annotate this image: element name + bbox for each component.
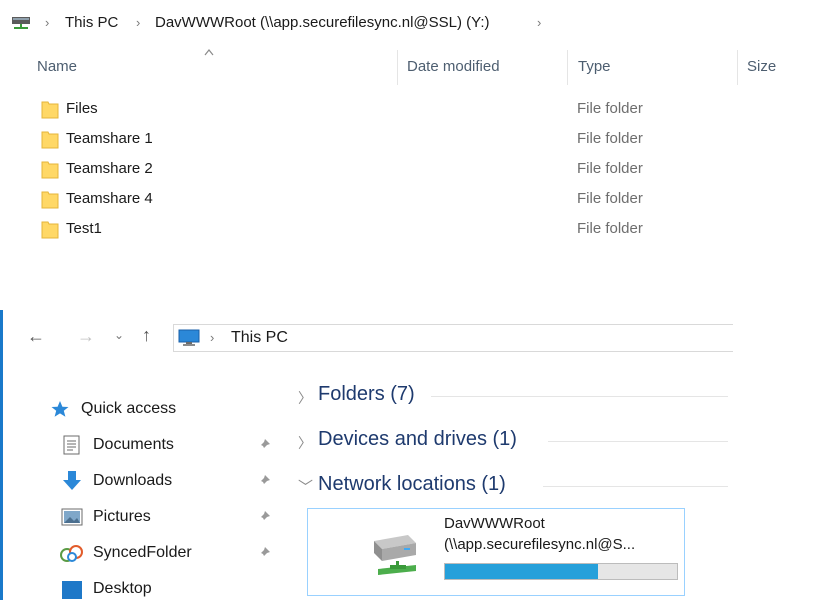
nav-item-documents[interactable]: Documents xyxy=(3,432,283,462)
breadcrumb-item-this-pc[interactable]: This PC xyxy=(65,14,118,31)
file-row[interactable]: Teamshare 2 File folder xyxy=(0,157,720,187)
file-type: File folder xyxy=(577,160,643,177)
nav-item-label: Desktop xyxy=(93,580,152,597)
section-divider xyxy=(543,486,728,487)
folder-icon xyxy=(41,161,59,179)
chevron-right-icon[interactable]: › xyxy=(537,15,541,30)
file-type: File folder xyxy=(577,100,643,117)
file-type: File folder xyxy=(577,190,643,207)
nav-item-quick-access[interactable]: Quick access xyxy=(3,396,283,426)
desktop-icon xyxy=(62,581,82,599)
column-divider[interactable] xyxy=(737,50,738,85)
file-row[interactable]: Teamshare 4 File folder xyxy=(0,187,720,217)
pictures-icon xyxy=(61,508,83,526)
nav-item-syncedfolder[interactable]: SyncedFolder xyxy=(3,540,283,570)
nav-item-label: Downloads xyxy=(93,472,173,489)
file-explorer-list-view: › This PC › DavWWWRoot (\\app.securefile… xyxy=(0,0,840,290)
navigation-pane: Quick access Documents Downloads Picture… xyxy=(3,370,293,600)
nav-item-label: Quick access xyxy=(81,400,177,417)
capacity-bar-fill xyxy=(445,564,599,579)
address-location: This PC xyxy=(231,329,288,346)
drive-name: DavWWWRoot xyxy=(444,515,545,532)
file-name: Test1 xyxy=(66,220,102,237)
chevron-right-icon[interactable]: › xyxy=(210,330,214,345)
column-header-size[interactable]: Size xyxy=(747,58,776,75)
file-name: Files xyxy=(66,100,98,117)
downloads-icon xyxy=(63,471,81,490)
synced-folder-icon xyxy=(60,545,83,562)
capacity-bar xyxy=(444,563,678,580)
nav-item-label: Pictures xyxy=(93,508,151,525)
file-name: Teamshare 2 xyxy=(66,160,153,177)
column-header-type[interactable]: Type xyxy=(578,58,611,75)
pin-icon[interactable] xyxy=(257,510,271,524)
column-header-date-modified[interactable]: Date modified xyxy=(407,58,500,75)
folder-icon xyxy=(41,191,59,209)
file-explorer-this-pc-view: ← → ⌄ ↑ › This PC Quick access Documents… xyxy=(0,310,733,600)
recent-locations-chevron-icon[interactable]: ⌄ xyxy=(114,328,124,342)
sort-ascending-icon xyxy=(204,49,214,56)
breadcrumb: › This PC › DavWWWRoot (\\app.securefile… xyxy=(0,8,840,38)
chevron-right-icon[interactable]: › xyxy=(45,15,49,30)
breadcrumb-item-drive[interactable]: DavWWWRoot (\\app.securefilesync.nl@SSL)… xyxy=(155,14,489,31)
folder-icon xyxy=(41,131,59,149)
nav-item-pictures[interactable]: Pictures xyxy=(3,504,283,534)
file-row[interactable]: Teamshare 1 File folder xyxy=(0,127,720,157)
file-name: Teamshare 1 xyxy=(66,130,153,147)
column-divider[interactable] xyxy=(397,50,398,85)
file-name: Teamshare 4 xyxy=(66,190,153,207)
pin-icon[interactable] xyxy=(257,438,271,452)
chevron-right-icon[interactable]: 〉 xyxy=(298,433,312,453)
section-folders[interactable]: 〉 Folders (7) xyxy=(298,380,728,414)
section-network-locations[interactable]: ﹀ Network locations (1) xyxy=(298,470,728,504)
up-arrow-icon[interactable]: ↑ xyxy=(142,325,151,346)
section-title: Network locations (1) xyxy=(318,473,506,495)
address-bar[interactable]: › This PC xyxy=(173,324,733,352)
nav-item-label: Documents xyxy=(93,436,174,453)
navigation-bar: ← → ⌄ ↑ › This PC xyxy=(3,310,733,354)
network-drive-icon xyxy=(12,17,30,29)
column-header-name[interactable]: Name xyxy=(37,58,77,75)
chevron-right-icon[interactable]: 〉 xyxy=(298,388,312,408)
section-title: Folders (7) xyxy=(318,383,415,405)
drive-path: (\\app.securefilesync.nl@S... xyxy=(444,536,636,553)
documents-icon xyxy=(63,435,80,455)
section-title: Devices and drives (1) xyxy=(318,428,517,450)
section-divider xyxy=(431,396,728,397)
star-icon xyxy=(51,401,69,417)
folder-icon xyxy=(41,221,59,239)
forward-arrow-icon[interactable]: → xyxy=(77,326,95,347)
folder-icon xyxy=(41,101,59,119)
nav-item-desktop[interactable]: Desktop xyxy=(3,576,283,606)
file-row[interactable]: Test1 File folder xyxy=(0,217,720,247)
nav-item-downloads[interactable]: Downloads xyxy=(3,468,283,498)
section-divider xyxy=(548,441,728,442)
section-devices-and-drives[interactable]: 〉 Devices and drives (1) xyxy=(298,425,728,459)
nav-item-label: SyncedFolder xyxy=(93,544,192,561)
chevron-down-icon[interactable]: ﹀ xyxy=(298,476,313,497)
back-arrow-icon[interactable]: ← xyxy=(27,326,45,347)
this-pc-icon xyxy=(178,329,200,346)
pin-icon[interactable] xyxy=(257,474,271,488)
file-type: File folder xyxy=(577,220,643,237)
file-row[interactable]: Files File folder xyxy=(0,97,720,127)
pin-icon[interactable] xyxy=(257,546,271,560)
column-divider[interactable] xyxy=(567,50,568,85)
chevron-right-icon[interactable]: › xyxy=(136,15,140,30)
file-type: File folder xyxy=(577,130,643,147)
network-drive-icon xyxy=(374,535,416,575)
network-drive-tile[interactable]: DavWWWRoot (\\app.securefilesync.nl@S... xyxy=(307,508,685,596)
